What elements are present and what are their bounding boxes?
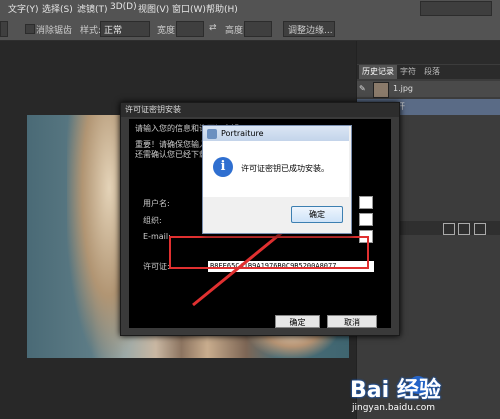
portraiture-app-icon bbox=[207, 129, 217, 139]
baidu-logo-text: Bai 经验 bbox=[350, 378, 441, 403]
message-box: Portraiture i 许可证密钥已成功安装。 确定 bbox=[202, 125, 352, 234]
message-text: 许可证密钥已成功安装。 bbox=[241, 164, 329, 173]
message-ok-button[interactable]: 确定 bbox=[291, 206, 343, 223]
info-icon: i bbox=[213, 157, 233, 177]
message-box-title: Portraiture bbox=[203, 126, 349, 141]
arrow-shaft bbox=[192, 224, 291, 307]
message-box-content: i 许可证密钥已成功安装。 bbox=[203, 141, 349, 197]
baidu-url: jingyan.baidu.com bbox=[352, 403, 436, 413]
baidu-watermark: Bai 经验 jingyan.baidu.com bbox=[350, 372, 498, 417]
